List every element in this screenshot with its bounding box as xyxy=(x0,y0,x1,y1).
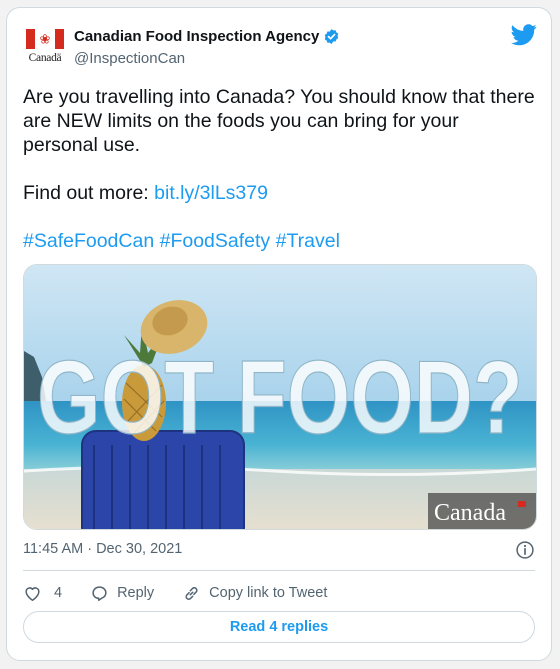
reply-button[interactable]: Reply xyxy=(90,584,154,603)
tweet-header: ❀ Canadä Canadian Food Inspection Agency… xyxy=(7,8,551,78)
hashtag-safefoodcan[interactable]: #SafeFoodCan xyxy=(23,230,154,252)
info-icon[interactable] xyxy=(515,540,535,560)
verified-badge-icon xyxy=(325,29,339,44)
divider xyxy=(23,570,535,571)
copy-link-label: Copy link to Tweet xyxy=(209,585,328,601)
avatar[interactable]: ❀ Canadä xyxy=(24,26,66,68)
shortened-link[interactable]: bit.ly/3lLs379 xyxy=(154,182,268,204)
tweet-card: ❀ Canadä Canadian Food Inspection Agency… xyxy=(6,7,552,661)
twitter-bird-icon[interactable] xyxy=(511,24,537,46)
heart-icon xyxy=(25,586,40,601)
author-display-name[interactable]: Canadian Food Inspection Agency xyxy=(74,28,319,45)
author-handle[interactable]: @InspectionCan xyxy=(74,50,185,67)
canada-flag-icon: ❀ xyxy=(26,29,64,49)
link-icon xyxy=(185,586,198,600)
hashtag-line: #SafeFoodCan #FoodSafety #Travel xyxy=(23,229,537,253)
avatar-wordmark: Canadä xyxy=(28,52,62,64)
reply-icon xyxy=(92,585,107,601)
reply-label: Reply xyxy=(117,585,155,601)
got-food-image: GOT FOOD? Canada xyxy=(24,265,536,529)
tweet-text: Are you travelling into Canada? You shou… xyxy=(23,85,537,253)
tweet-actions: 4 Reply Copy link to Tweet xyxy=(23,582,355,604)
tweet-image[interactable]: GOT FOOD? Canada xyxy=(23,264,537,530)
image-canada-wordmark: Canada xyxy=(434,500,506,526)
tweet-timestamp[interactable]: 11:45 AM · Dec 30, 2021 xyxy=(23,541,182,557)
like-button[interactable]: 4 xyxy=(23,584,62,603)
read-replies-button[interactable]: Read 4 replies xyxy=(23,611,535,643)
tweet-body-text: Are you travelling into Canada? You shou… xyxy=(23,86,535,156)
find-out-more-line: Find out more: bit.ly/3lLs379 xyxy=(23,181,537,205)
image-headline: GOT FOOD? xyxy=(37,340,523,456)
hashtag-foodsafety[interactable]: #FoodSafety xyxy=(160,230,271,252)
copy-link-button[interactable]: Copy link to Tweet xyxy=(182,584,327,603)
find-out-label: Find out more: xyxy=(23,182,155,204)
author-name-row[interactable]: Canadian Food Inspection Agency xyxy=(74,28,340,45)
like-count: 4 xyxy=(54,585,63,601)
hashtag-travel[interactable]: #Travel xyxy=(276,230,340,252)
